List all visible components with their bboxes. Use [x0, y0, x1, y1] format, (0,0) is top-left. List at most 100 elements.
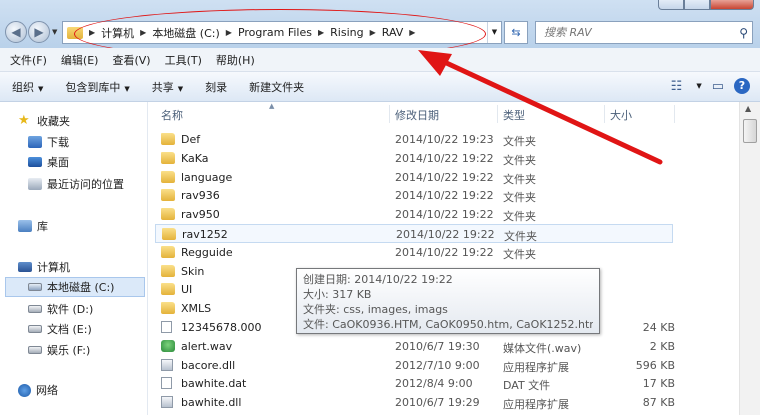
search-input[interactable] — [544, 26, 724, 39]
chevron-right-icon[interactable]: ▶ — [318, 28, 324, 37]
file-name: KaKa — [181, 151, 209, 165]
new-folder-button[interactable]: 新建文件夹 — [249, 79, 304, 95]
breadcrumb-drive-c[interactable]: 本地磁盘 (C:) — [152, 25, 219, 41]
menu-tools[interactable]: 工具(T) — [165, 52, 202, 68]
forward-button[interactable]: ▶ — [28, 21, 50, 43]
preview-pane-icon[interactable]: ▭ — [712, 79, 724, 94]
table-row[interactable]: rav936 2014/10/22 19:22 文件夹 — [155, 186, 675, 205]
menu-view[interactable]: 查看(V) — [112, 52, 150, 68]
address-bar[interactable]: ▶ 计算机 ▶ 本地磁盘 (C:) ▶ Program Files ▶ Risi… — [62, 21, 502, 44]
chevron-right-icon[interactable]: ▶ — [89, 28, 95, 37]
folder-icon — [161, 264, 175, 277]
help-icon[interactable]: ? — [734, 78, 750, 94]
dll-file-icon — [161, 396, 173, 409]
nav-desktop[interactable]: 桌面 — [28, 154, 69, 170]
table-row[interactable]: Def 2014/10/22 19:23 文件夹 — [155, 130, 675, 149]
address-dropdown-button[interactable]: ▼ — [487, 22, 501, 43]
nav-drive-f[interactable]: 娱乐 (F:) — [28, 342, 90, 358]
chevron-right-icon[interactable]: ▶ — [140, 28, 146, 37]
file-size: 17 KB — [642, 377, 675, 391]
nav-recent-places[interactable]: 最近访问的位置 — [28, 176, 124, 192]
close-button[interactable] — [710, 0, 754, 10]
folder-icon — [161, 302, 175, 315]
recent-pages-dropdown[interactable]: ▼ — [52, 28, 57, 36]
navigation-pane: ★ 收藏夹 下载 桌面 最近访问的位置 库 计算机 本地磁盘 (C:) 软件 (D… — [0, 102, 148, 415]
file-name: Skin — [181, 264, 205, 278]
nav-downloads[interactable]: 下载 — [28, 134, 69, 150]
file-type: 媒体文件(.wav) — [503, 341, 582, 355]
file-date: 2014/10/22 19:22 — [395, 170, 494, 184]
column-divider[interactable] — [604, 105, 605, 123]
nav-drive-e[interactable]: 文档 (E:) — [28, 321, 92, 337]
include-in-library-button[interactable]: 包含到库中 ▼ — [65, 79, 129, 95]
chevron-right-icon[interactable]: ▶ — [226, 28, 232, 37]
back-button[interactable]: ◀ — [5, 21, 27, 43]
chevron-right-icon[interactable]: ▶ — [409, 28, 415, 37]
search-icon[interactable]: ⚲ — [739, 26, 748, 40]
refresh-button[interactable]: ⇆ — [504, 21, 528, 44]
table-row[interactable]: bawhite.dll 2010/6/7 19:29 应用程序扩展 87 KB — [155, 393, 675, 412]
downloads-folder-icon — [28, 136, 42, 148]
file-type: 应用程序扩展 — [503, 360, 569, 374]
table-row[interactable]: KaKa 2014/10/22 19:22 文件夹 — [155, 149, 675, 168]
share-button[interactable]: 共享 ▼ — [152, 79, 183, 95]
table-row[interactable]: bawhite.dat 2012/8/4 9:00 DAT 文件 17 KB — [155, 374, 675, 393]
breadcrumb-computer[interactable]: 计算机 — [101, 25, 134, 41]
scrollbar-thumb[interactable] — [743, 119, 757, 143]
file-name: alert.wav — [181, 339, 233, 353]
minimize-button[interactable] — [658, 0, 684, 10]
breadcrumb-program-files[interactable]: Program Files — [238, 26, 312, 39]
folder-icon — [161, 189, 175, 202]
table-row[interactable]: Regguide 2014/10/22 19:22 文件夹 — [155, 243, 675, 262]
file-size: 596 KB — [635, 358, 675, 372]
table-row[interactable]: language 2014/10/22 19:22 文件夹 — [155, 168, 675, 187]
column-divider[interactable] — [389, 105, 390, 123]
column-header-name[interactable]: 名称 — [161, 107, 183, 123]
title-bar: ◀ ▶ ▼ ▶ 计算机 ▶ 本地磁盘 (C:) ▶ Program Files … — [0, 0, 760, 48]
drive-icon — [28, 325, 42, 333]
maximize-button[interactable] — [684, 0, 710, 10]
file-date: 2014/10/22 19:22 — [395, 208, 494, 222]
column-header-type[interactable]: 类型 — [503, 107, 525, 123]
table-row[interactable]: alert.wav 2010/6/7 19:30 媒体文件(.wav) 2 KB — [155, 337, 675, 356]
file-date: 2014/10/22 19:22 — [395, 151, 494, 165]
file-name: rav950 — [181, 208, 220, 222]
arrow-right-icon: ▶ — [34, 25, 44, 39]
column-divider[interactable] — [497, 105, 498, 123]
file-name: rav936 — [181, 189, 220, 203]
menu-edit[interactable]: 编辑(E) — [61, 52, 99, 68]
library-icon — [18, 220, 32, 232]
menu-file[interactable]: 文件(F) — [10, 52, 47, 68]
nav-network[interactable]: 网络 — [18, 382, 58, 398]
nav-drive-d[interactable]: 软件 (D:) — [28, 301, 93, 317]
vertical-scrollbar[interactable]: ▲ — [739, 102, 760, 415]
folder-icon — [161, 133, 175, 145]
view-options-icon[interactable]: ☷ — [671, 79, 683, 94]
tooltip-files: 文件: CaOK0936.HTM, CaOK0950.htm, CaOK1252… — [303, 318, 593, 331]
column-header-date[interactable]: 修改日期 — [395, 107, 439, 123]
column-header-size[interactable]: 大小 — [610, 107, 632, 123]
nav-favorites[interactable]: ★ 收藏夹 — [18, 113, 70, 129]
file-type: 文件夹 — [503, 210, 536, 224]
search-box[interactable]: ⚲ — [535, 21, 753, 44]
nav-libraries[interactable]: 库 — [18, 218, 48, 234]
table-row[interactable]: rav950 2014/10/22 19:22 文件夹 — [155, 205, 675, 224]
folder-icon — [161, 245, 175, 258]
file-type: 应用程序扩展 — [503, 398, 569, 412]
column-divider[interactable] — [674, 105, 675, 123]
scroll-up-icon[interactable]: ▲ — [745, 104, 751, 113]
file-date: 2014/10/22 19:22 — [395, 245, 494, 259]
file-date: 2012/7/10 9:00 — [395, 358, 480, 372]
breadcrumb-rising[interactable]: Rising — [330, 26, 363, 39]
organize-button[interactable]: 组织 ▼ — [12, 79, 43, 95]
nav-drive-c[interactable]: 本地磁盘 (C:) — [5, 277, 145, 297]
table-row[interactable]: bacore.dll 2012/7/10 9:00 应用程序扩展 596 KB — [155, 356, 675, 375]
menu-help[interactable]: 帮助(H) — [216, 52, 255, 68]
nav-computer[interactable]: 计算机 — [18, 259, 70, 275]
chevron-down-icon[interactable]: ▼ — [696, 82, 701, 90]
chevron-right-icon[interactable]: ▶ — [370, 28, 376, 37]
burn-button[interactable]: 刻录 — [205, 79, 227, 95]
chevron-down-icon: ▼ — [177, 84, 184, 93]
table-row[interactable]: rav1252 2014/10/22 19:22 文件夹 — [155, 224, 673, 243]
breadcrumb-rav[interactable]: RAV — [382, 26, 404, 39]
